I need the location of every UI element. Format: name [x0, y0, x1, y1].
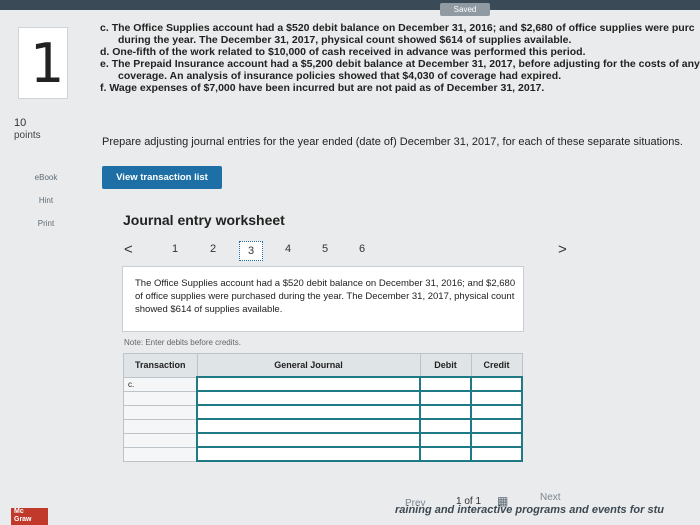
- account-select[interactable]: [196, 418, 421, 434]
- transaction-cell: [123, 390, 198, 406]
- table-row: [123, 418, 523, 434]
- table-row: [123, 432, 523, 448]
- debit-column-header: Debit: [419, 353, 472, 378]
- points-value: 10: [14, 117, 27, 129]
- marketing-text: raining and interactive programs and eve…: [395, 504, 664, 516]
- account-select[interactable]: [196, 390, 421, 406]
- problem-line-text: during the year. The December 31, 2017, …: [118, 34, 572, 46]
- credit-input[interactable]: [470, 446, 523, 462]
- credit-input[interactable]: [470, 390, 523, 406]
- debit-input[interactable]: [419, 418, 472, 434]
- problem-line-text: One-fifth of the work related to $10,000…: [112, 46, 586, 58]
- table-row: c.: [123, 376, 523, 392]
- page-tab-3[interactable]: 3: [239, 241, 263, 261]
- debit-input[interactable]: [419, 446, 472, 462]
- problem-line-label: d.: [100, 46, 110, 58]
- problem-line-text: Wage expenses of $7,000 have been incurr…: [109, 82, 545, 94]
- table-row: [123, 404, 523, 420]
- problem-line: f. Wage expenses of $7,000 have been inc…: [100, 82, 700, 94]
- transaction-cell: [123, 404, 198, 420]
- table-row: [123, 446, 523, 462]
- credit-input[interactable]: [470, 376, 523, 392]
- debit-input[interactable]: [419, 404, 472, 420]
- mcgraw-hill-logo: Mc Graw: [11, 508, 48, 525]
- problem-statement: c. The Office Supplies account had a $52…: [100, 22, 700, 94]
- page-tab-5[interactable]: 5: [314, 243, 336, 255]
- page-tab-1[interactable]: 1: [164, 243, 186, 255]
- worksheet-title: Journal entry worksheet: [123, 212, 285, 228]
- problem-line-label: e.: [100, 58, 109, 70]
- page-tab-2[interactable]: 2: [202, 243, 224, 255]
- debit-input[interactable]: [419, 432, 472, 448]
- transaction-cell: [123, 432, 198, 448]
- transaction-cell: [123, 446, 198, 462]
- page-tab-6[interactable]: 6: [351, 243, 373, 255]
- account-select[interactable]: [196, 376, 421, 392]
- print-link[interactable]: Print: [10, 217, 82, 230]
- transaction-cell: c.: [123, 376, 198, 392]
- credit-column-header: Credit: [470, 353, 523, 378]
- credit-input[interactable]: [470, 432, 523, 448]
- prev-arrow-icon[interactable]: <: [124, 241, 133, 258]
- general-journal-column-header: General Journal: [196, 353, 421, 378]
- credit-input[interactable]: [470, 418, 523, 434]
- next-arrow-icon[interactable]: >: [558, 241, 567, 258]
- logo-line: Mc: [14, 508, 24, 515]
- instructions: Prepare adjusting journal entries for th…: [102, 136, 683, 148]
- transaction-description: The Office Supplies account had a $520 d…: [135, 278, 516, 315]
- credit-input[interactable]: [470, 404, 523, 420]
- problem-line-label: c.: [100, 22, 109, 34]
- logo-line: Graw: [14, 516, 32, 523]
- entry-note: Note: Enter debits before credits.: [124, 338, 241, 347]
- account-select[interactable]: [196, 446, 421, 462]
- problem-line: d. One-fifth of the work related to $10,…: [100, 46, 700, 58]
- problem-line-text: The Prepaid Insurance account had a $5,2…: [111, 58, 700, 70]
- worksheet-pager: < 1 2 3 4 5 6 >: [120, 240, 580, 261]
- debit-input[interactable]: [419, 390, 472, 406]
- saved-indicator: Saved: [440, 3, 490, 16]
- problem-line-label: f.: [100, 82, 107, 94]
- points-label: points: [14, 130, 41, 141]
- journal-header-row: Transaction General Journal Debit Credit: [123, 353, 523, 378]
- account-select[interactable]: [196, 432, 421, 448]
- hint-link[interactable]: Hint: [10, 194, 82, 207]
- problem-line: c. The Office Supplies account had a $52…: [100, 22, 700, 34]
- top-bar: [0, 0, 700, 10]
- problem-line: coverage. An analysis of insurance polic…: [100, 70, 700, 82]
- page-tab-4[interactable]: 4: [277, 243, 299, 255]
- problem-line: e. The Prepaid Insurance account had a $…: [100, 58, 700, 70]
- transaction-column-header: Transaction: [123, 353, 198, 378]
- problem-line-text: The Office Supplies account had a $520 d…: [111, 22, 695, 34]
- debit-input[interactable]: [419, 376, 472, 392]
- account-select[interactable]: [196, 404, 421, 420]
- problem-line: during the year. The December 31, 2017, …: [100, 34, 700, 46]
- view-transaction-list-button[interactable]: View transaction list: [102, 166, 222, 189]
- ebook-link[interactable]: eBook: [10, 171, 82, 184]
- next-button[interactable]: Next: [540, 492, 561, 503]
- journal-table: Transaction General Journal Debit Credit…: [123, 353, 523, 462]
- problem-line-text: coverage. An analysis of insurance polic…: [118, 70, 562, 82]
- transaction-cell: [123, 418, 198, 434]
- table-row: [123, 390, 523, 406]
- question-number: 1: [30, 32, 65, 95]
